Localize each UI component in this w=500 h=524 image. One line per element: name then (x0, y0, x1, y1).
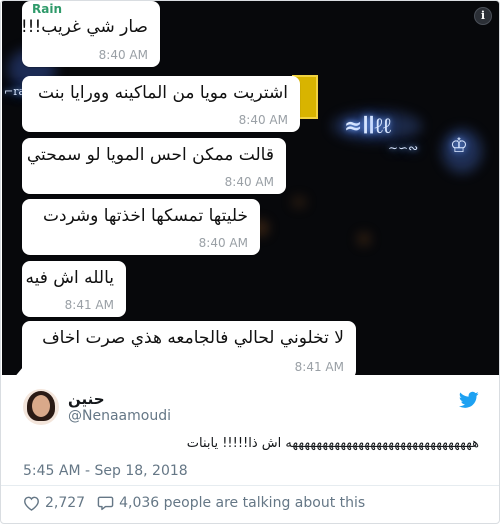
tweet-timestamp[interactable]: 5:45 AM - Sep 18, 2018 (23, 463, 188, 479)
avatar[interactable] (23, 389, 59, 425)
author-display-name[interactable]: حنين (68, 390, 105, 408)
neon-sign-small: ∼∽∾ (388, 141, 419, 155)
chat-bubble: يالله اش فيه 8:41 AM (22, 261, 126, 317)
heart-icon (24, 496, 39, 511)
bubble-tail (13, 367, 23, 375)
chat-bubble: Rain صار شي غريب!!! 8:40 AM (20, 1, 160, 67)
message-text: قالت ممكن احس المويا لو سمحتي (26, 145, 274, 165)
tweet-actions: 2,727 4,036 people are talking about thi… (23, 493, 377, 513)
talking-count: 4,036 people are talking about this (119, 495, 366, 511)
lamp-glow (358, 233, 370, 245)
chat-bubble: قالت ممكن احس المويا لو سمحتي 8:40 AM (22, 138, 286, 194)
message-time: 8:41 AM (64, 298, 114, 312)
author-handle[interactable]: @Nenaamoudi (68, 408, 171, 424)
tweet-card: ⌐ral ≈ااℓℓ ∼∽∾ ♔ i Rain صار شي غريب!!! 8… (0, 0, 500, 524)
chat-bubble: خليتها تمسكها اخذتها وشردت 8:40 AM (22, 199, 260, 255)
speech-bubble-icon (97, 496, 114, 511)
twitter-bird-icon[interactable] (459, 391, 479, 409)
chat-bubble: اشتريت مويا من الماكينه وورايا بنت 8:40 … (22, 76, 300, 132)
message-text: اشتريت مويا من الماكينه وورايا بنت (38, 83, 288, 103)
lamp-glow (292, 197, 306, 207)
message-time: 8:40 AM (238, 113, 288, 127)
tweet-text: هههههههههههههههههههههههههههههههه اش ذا!!… (186, 436, 480, 451)
message-time: 8:41 AM (294, 360, 344, 374)
like-button[interactable]: 2,727 (23, 495, 85, 511)
message-time: 8:40 AM (98, 48, 148, 62)
neon-sign-center: ≈ااℓℓ (344, 113, 392, 139)
divider (1, 485, 499, 486)
message-text: خليتها تمسكها اخذتها وشردت (42, 206, 248, 226)
info-icon[interactable]: i (474, 7, 492, 25)
message-time: 8:40 AM (198, 236, 248, 250)
message-text: صار شي غريب!!! (20, 17, 148, 37)
message-text: يالله اش فيه (25, 268, 115, 288)
talking-link[interactable]: 4,036 people are talking about this (97, 495, 365, 511)
sender-name: Rain (32, 2, 62, 16)
neon-sign-right: ♔ (450, 133, 468, 157)
tweet-photo[interactable]: ⌐ral ≈ااℓℓ ∼∽∾ ♔ i Rain صار شي غريب!!! 8… (2, 1, 499, 375)
chat-bubble: لا تخلوني لحالي فالجامعه هذي صرت اخاف 8:… (13, 321, 356, 375)
like-count: 2,727 (45, 495, 86, 511)
message-text: لا تخلوني لحالي فالجامعه هذي صرت اخاف (42, 328, 344, 348)
avatar-face (32, 395, 50, 417)
message-time: 8:40 AM (224, 175, 274, 189)
